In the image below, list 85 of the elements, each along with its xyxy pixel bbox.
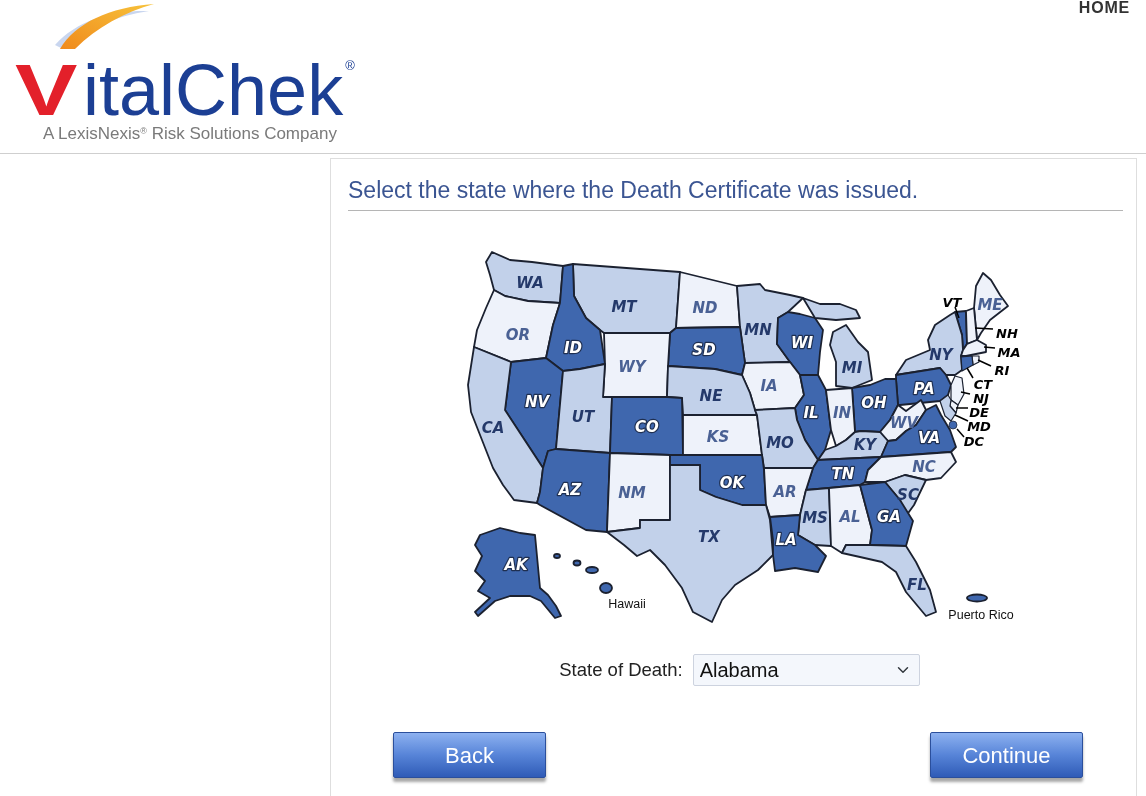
action-button[interactable]: Continue: [930, 732, 1083, 778]
state-label: RI: [994, 363, 1010, 378]
state-label: AZ: [558, 481, 582, 499]
state-shape[interactable]: [602, 332, 671, 398]
swoosh-icon: [55, 3, 155, 49]
state-label: PA: [913, 380, 935, 398]
state-label: ME: [977, 296, 1003, 314]
state-label: OH: [861, 394, 887, 412]
state-shape[interactable]: [682, 414, 763, 456]
state-label: NM: [618, 484, 646, 502]
state-label: NH: [996, 326, 1018, 341]
state-shape[interactable]: [555, 363, 613, 454]
state-shape[interactable]: [572, 263, 681, 334]
state-label: VT: [942, 295, 962, 310]
field-label: State of Death:: [559, 658, 683, 683]
leader-line: [966, 367, 974, 379]
state-label: MS: [802, 509, 828, 527]
state-shape[interactable]: [966, 593, 988, 603]
state-label: LA: [775, 531, 797, 549]
state-label: CT: [973, 377, 993, 392]
state-label: VA: [917, 429, 941, 447]
page-title: Select the state where the Death Certificate was issued.: [348, 176, 1123, 211]
state-label: GA: [877, 508, 901, 526]
state-shape[interactable]: [553, 553, 613, 594]
state-label: ND: [692, 299, 718, 317]
logo-tagline: A LexisNexis$^{®}$ Risk Solutions Company: [43, 124, 338, 144]
state-label: TN: [831, 465, 855, 483]
state-label: DE: [969, 405, 989, 420]
state-label: OR: [505, 326, 531, 344]
state-label: IL: [803, 404, 819, 422]
state-label: CA: [481, 419, 505, 437]
leader-line: [960, 391, 971, 395]
state-label: MN: [744, 321, 772, 339]
state-label: SC: [897, 486, 919, 504]
state-label: WA: [516, 274, 544, 292]
state-shape[interactable]: [609, 396, 684, 456]
state-label: KY: [853, 436, 877, 454]
leader-line: [955, 407, 969, 409]
action-button[interactable]: Back: [393, 732, 546, 778]
leader-line: [956, 428, 965, 438]
state-label: ID: [564, 339, 582, 357]
state-shape[interactable]: [675, 271, 741, 329]
state-shape[interactable]: [948, 420, 958, 430]
state-label: DC: [963, 434, 985, 449]
state-label: NV: [524, 393, 550, 411]
state-label: NE: [699, 387, 723, 405]
state-shape[interactable]: [473, 289, 561, 363]
state-label: WY: [618, 358, 646, 376]
state-label: MT: [611, 298, 637, 316]
state-label: TX: [698, 528, 720, 546]
state-label: Puerto Rico: [948, 608, 1014, 622]
state-shape[interactable]: [606, 464, 774, 623]
state-select[interactable]: Alabama: [692, 654, 920, 686]
state-label: KS: [706, 428, 730, 446]
state-label: IN: [832, 404, 852, 422]
state-label: UT: [571, 408, 595, 426]
state-label: MA: [997, 345, 1021, 360]
nav-link[interactable]: HOME: [1078, 0, 1130, 16]
state-label: IA: [760, 377, 778, 395]
leader-line: [983, 346, 996, 349]
state-label: AL: [839, 508, 861, 526]
state-label: CO: [635, 418, 659, 436]
state-label: AK: [504, 556, 528, 574]
logo-wordmark: VitalChek$^{®}$: [15, 58, 355, 122]
leader-line: [974, 327, 994, 330]
state-label: Hawaii: [608, 597, 646, 611]
state-label: FL: [907, 576, 927, 594]
state-label: WI: [790, 334, 814, 352]
state-label: MI: [841, 359, 863, 377]
state-shape[interactable]: [939, 394, 957, 422]
leader-line: [954, 306, 960, 319]
state-shape[interactable]: [474, 527, 562, 619]
leader-line: [954, 414, 969, 422]
state-label: NC: [912, 458, 936, 476]
state-shape[interactable]: [841, 544, 937, 617]
state-label: SD: [692, 341, 716, 359]
state-label: MO: [766, 434, 794, 452]
state-label: AR: [773, 483, 797, 501]
state-label: NY: [929, 346, 953, 364]
state-shape[interactable]: [536, 448, 611, 533]
state-shape[interactable]: [960, 355, 974, 372]
leader-line: [977, 359, 992, 367]
state-label: OK: [719, 474, 745, 492]
state-label: MD: [967, 419, 991, 434]
state-label: NJ: [973, 391, 989, 406]
